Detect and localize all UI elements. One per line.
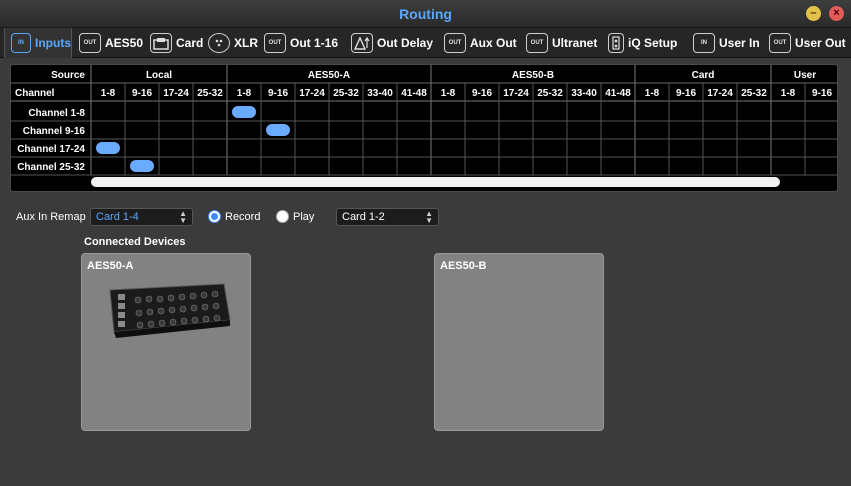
record-radio[interactable] [208,210,221,223]
tab-label: Out Delay [377,36,434,50]
tab-label: iQ Setup [628,36,678,50]
tab-user-out[interactable]: OUT User Out [763,28,846,58]
device-name: AES50-A [87,260,134,272]
channel-header: Channel [15,88,55,99]
row-header: Channel 1-8 [28,108,85,119]
tab-out-1-16[interactable]: OUT Out 1-16 [258,28,338,58]
out-icon: OUT [444,33,466,53]
column-header: 1-8 [645,88,660,99]
device-name: AES50-B [440,260,487,272]
group-header: AES50-B [512,70,554,81]
column-header: 1-8 [781,88,796,99]
aux-in-remap-label: Aux In Remap [16,211,86,223]
play-label: Play [293,211,315,223]
device-card-aes50-b[interactable]: AES50-B [434,253,604,431]
group-header: Local [146,70,172,81]
play-radio[interactable] [276,210,289,223]
column-header: 9-16 [132,88,152,99]
routing-grid[interactable]: Source Channel Local 1-8 9-16 17-24 25-32 AES50… [11,65,838,192]
aux-in-remap-select[interactable]: Card 1-4 ▲ ▼ [90,208,193,226]
tab-xlr[interactable]: XLR [202,28,258,58]
routing-matrix: Source Channel Local 1-8 9-16 17-24 25-32 AES50… [10,64,838,192]
group-header: AES50-A [308,70,350,81]
column-header: 25-32 [197,88,223,99]
card-icon [150,33,172,53]
source-header: Source [51,70,85,81]
column-header: 33-40 [367,88,393,99]
out-icon: OUT [769,33,791,53]
out-icon: OUT [526,33,548,53]
in-icon: IN [693,33,715,53]
window-title: Routing [399,6,452,22]
tab-label: AES50 [105,36,144,50]
in-icon: IN [11,33,31,53]
column-header: 1-8 [237,88,252,99]
column-header: 1-8 [441,88,456,99]
tab-user-in[interactable]: IN User In [687,28,760,58]
column-header: 17-24 [503,88,529,99]
route-indicator[interactable] [96,142,120,154]
tab-label: XLR [234,36,258,50]
stagebox-device-image [109,283,231,338]
play-source-select[interactable]: Card 1-2 ▲ ▼ [336,208,439,226]
tab-card[interactable]: Card [144,28,203,58]
connected-devices-title: Connected Devices [84,236,186,248]
tab-iq-setup[interactable]: iQ Setup [602,28,677,58]
tab-label: Aux Out [470,36,517,50]
tab-label: User In [719,36,760,50]
xlr-icon [208,33,230,53]
column-header: 17-24 [707,88,733,99]
tab-label: Inputs [35,36,71,50]
column-header: 1-8 [101,88,116,99]
updown-icon: ▲ ▼ [425,209,433,225]
minimize-button[interactable]: – [806,6,821,21]
column-header: 25-32 [537,88,563,99]
column-header: 25-32 [741,88,767,99]
tab-inputs[interactable]: IN Inputs [4,28,72,58]
group-header: User [794,70,816,81]
title-bar: Routing – × [0,0,851,28]
group-header: Card [692,70,715,81]
column-header: 9-16 [676,88,696,99]
column-header: 33-40 [571,88,597,99]
row-header: Channel 17-24 [17,144,85,155]
route-indicator[interactable] [130,160,154,172]
tab-label: Card [176,36,204,50]
column-header: 25-32 [333,88,359,99]
updown-icon: ▲ ▼ [179,209,187,225]
out-icon: OUT [79,33,101,53]
row-header: Channel 9-16 [23,126,86,137]
column-header: 9-16 [268,88,288,99]
iq-icon [608,33,624,53]
column-header: 17-24 [163,88,189,99]
column-header: 9-16 [472,88,492,99]
tab-out-delay[interactable]: Out Delay [345,28,433,58]
out-icon: OUT [264,33,286,53]
tab-label: Ultranet [552,36,598,50]
tab-label: Out 1-16 [290,36,339,50]
column-header: 41-48 [401,88,427,99]
tab-label: User Out [795,36,846,50]
delay-icon [351,33,373,53]
tab-aes50[interactable]: OUT AES50 [73,28,143,58]
record-label: Record [225,211,261,223]
route-indicator[interactable] [232,106,256,118]
column-header: 17-24 [299,88,325,99]
column-header: 41-48 [605,88,631,99]
play-source-value: Card 1-2 [342,211,385,223]
column-header: 9-16 [812,88,832,99]
tab-ultranet[interactable]: OUT Ultranet [520,28,597,58]
tab-bar: IN Inputs OUT AES50 Card XLR OUT Out 1-1… [0,28,851,58]
device-card-aes50-a[interactable]: AES50-A [81,253,251,431]
tab-aux-out[interactable]: OUT Aux Out [438,28,517,58]
horizontal-scrollbar[interactable] [91,177,780,187]
route-indicator[interactable] [266,124,290,136]
aux-in-remap-value: Card 1-4 [96,211,139,223]
row-header: Channel 25-32 [17,162,85,173]
close-button[interactable]: × [829,6,844,21]
